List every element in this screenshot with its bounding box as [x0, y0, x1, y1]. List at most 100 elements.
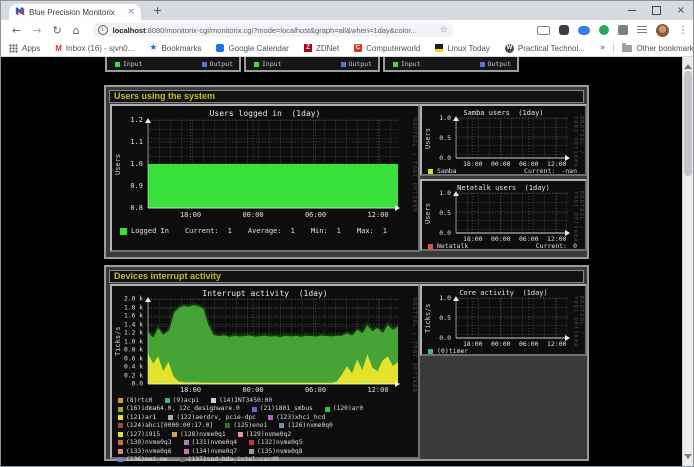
cutoff-graph-panel[interactable]: Input Output: [383, 57, 519, 72]
extension-icon[interactable]: [559, 25, 569, 35]
plot-area: [456, 298, 568, 338]
minimize-button[interactable]: [628, 10, 636, 11]
x-axis-ticks: 18:0000:0006:0012:00: [148, 211, 398, 219]
interrupt-legend: (8)rtc0(9)acpi(14)INT3450:00(16)idma64.0…: [118, 397, 416, 465]
rrdtool-watermark: RRDTOOL / TOBI OETIKER: [411, 298, 417, 393]
bookmark-star-button[interactable]: ☆: [440, 25, 448, 35]
y-axis-ticks: 2.0 k1.8 k1.6 k1.4 k1.2 k1.0 k0.8 k0.6 k…: [114, 299, 145, 384]
gmail-icon: M: [55, 44, 62, 53]
browser-toolbar: ← → ↻ ⌂ i localhost:8080/monitorix-cgi/m…: [1, 20, 693, 40]
rrdtool-watermark: RRDTOOL / TOBI OETIKER: [572, 296, 584, 354]
output-swatch: [202, 62, 207, 67]
y-axis-ticks: 1.00.50.0: [424, 118, 453, 158]
divider: [613, 43, 614, 53]
zdnet-icon: Z: [304, 44, 312, 52]
x-axis-ticks: 18:0000:0006:0012:00: [456, 340, 568, 347]
bookmark-google-calendar[interactable]: Google Calendar: [216, 44, 288, 53]
bookmark-apps[interactable]: Apps: [9, 44, 40, 53]
bookmark-inbox[interactable]: MInbox (16) - sjvn0...: [55, 44, 134, 53]
legend-input: Input: [115, 60, 143, 68]
bookmarks-overflow-chevron[interactable]: »: [600, 43, 606, 53]
legend-output: Output: [341, 60, 372, 68]
wordpress-icon: W: [505, 44, 514, 53]
graph-legend: Logged In Current:1 Average:1 Min:1 Max:…: [120, 227, 387, 235]
section-users: Users using the system Users logged in (…: [104, 85, 589, 259]
bookmark-computerworld[interactable]: CComputerworld: [354, 44, 420, 53]
output-swatch: [341, 62, 346, 67]
graph-samba-users[interactable]: Samba users (1day) Users 1.00.50.0 18:00…: [420, 104, 587, 176]
rrdtool-watermark: RRDTOOL / TOBI OETIKER: [411, 118, 417, 213]
close-button[interactable]: ×: [677, 6, 685, 15]
reload-button[interactable]: ↻: [52, 24, 61, 37]
address-bar[interactable]: i localhost:8080/monitorix-cgi/monitorix…: [92, 23, 454, 37]
plot-area: [456, 118, 568, 158]
tab-title: Blue Precision Monitorix: [29, 8, 122, 17]
graph-legend: Netatalk: [428, 242, 468, 250]
toolbar-extensions: ⋮: [537, 23, 688, 37]
scroll-down-arrow-icon[interactable]: [684, 454, 692, 463]
graph-netatalk-users[interactable]: Netatalk users (1day) Users 1.00.50.0 18…: [420, 179, 587, 251]
x-axis-ticks: 18:0000:0006:0012:00: [456, 235, 568, 242]
maximize-button[interactable]: [652, 6, 661, 15]
bookmark-bookmarks[interactable]: ★Bookmarks: [149, 43, 201, 53]
legend-output: Output: [480, 60, 511, 68]
url-text: localhost:8080/monitorix-cgi/monitorix.c…: [113, 26, 435, 35]
browser-window: M Blue Precision Monitorix × + × ← → ↻ ⌂…: [0, 0, 694, 467]
plot-area: [456, 193, 568, 233]
graph-title: Users logged in (1day): [112, 109, 418, 118]
monitorix-page: Input Output Input Output Input Output U…: [1, 57, 693, 466]
scrollbar[interactable]: [682, 57, 693, 466]
section-interrupts-title: Devices interrupt activity: [109, 270, 584, 283]
folder-icon: [622, 45, 632, 52]
forward-button[interactable]: →: [32, 24, 41, 37]
calendar-icon: [216, 44, 224, 52]
y-axis-ticks: 1.21.11.00.90.8: [114, 120, 145, 208]
bookmarks-bar: Apps MInbox (16) - sjvn0... ★Bookmarks G…: [1, 40, 693, 57]
timer-swatch: [428, 349, 433, 354]
cutoff-graph-panel[interactable]: Input Output: [244, 57, 380, 72]
new-tab-button[interactable]: +: [153, 4, 162, 17]
rrdtool-watermark: RRDTOOL / TOBI OETIKER: [572, 191, 584, 249]
scrollbar-thumb[interactable]: [684, 71, 692, 176]
profile-avatar[interactable]: [656, 24, 669, 37]
section-users-title: Users using the system: [109, 90, 584, 103]
monitorix-favicon-icon: M: [15, 8, 24, 17]
bookmark-practical-technology[interactable]: WPractical Technol...: [505, 44, 585, 53]
tab-strip: M Blue Precision Monitorix × + ×: [1, 1, 693, 20]
x-axis-ticks: 18:0000:0006:0012:00: [148, 386, 398, 394]
current-value: Current:0: [536, 242, 577, 250]
y-axis-ticks: 1.00.50.0: [424, 193, 453, 233]
linux-today-icon: [435, 44, 443, 52]
samba-swatch: [428, 169, 433, 174]
extension-icon[interactable]: [599, 25, 609, 35]
other-bookmarks[interactable]: Other bookmarks: [622, 44, 694, 53]
graph-users-logged-in[interactable]: Users logged in (1day) Users 1.21.11.00.…: [110, 104, 420, 252]
input-swatch: [254, 62, 259, 67]
reading-list-icon[interactable]: [637, 26, 647, 34]
home-button[interactable]: ⌂: [73, 24, 80, 37]
legend-input: Input: [254, 60, 282, 68]
page-info-icon[interactable]: i: [98, 25, 108, 35]
extension-icon[interactable]: [537, 26, 550, 35]
plot-area: [148, 299, 398, 384]
graph-legend: Samba: [428, 167, 457, 175]
bookmark-zdnet[interactable]: ZZDNet: [304, 44, 339, 53]
tab-close-icon[interactable]: ×: [127, 8, 135, 17]
graph-title: Interrupt activity (1day): [112, 289, 418, 298]
tab-monitorix[interactable]: M Blue Precision Monitorix ×: [9, 4, 141, 20]
input-swatch: [393, 62, 398, 67]
back-button[interactable]: ←: [12, 24, 21, 37]
legend-output: Output: [202, 60, 233, 68]
extensions-puzzle-icon[interactable]: [618, 25, 628, 35]
input-swatch: [115, 62, 120, 67]
bookmark-linux-today[interactable]: Linux Today: [435, 44, 490, 53]
scroll-up-arrow-icon[interactable]: [684, 60, 692, 69]
graph-interrupt-activity[interactable]: Interrupt activity (1day) Ticks/s 2.0 k1…: [110, 284, 420, 459]
browser-menu-icon[interactable]: ⋮: [678, 25, 688, 36]
graph-core-activity[interactable]: Core activity (1day) Ticks/s 1.00.50.0 1…: [420, 284, 587, 356]
graph-legend: (0)timer: [428, 347, 468, 355]
cutoff-graph-panel[interactable]: Input Output: [105, 57, 241, 72]
current-value: Current:-nan: [524, 167, 577, 175]
legend-input: Input: [393, 60, 421, 68]
extension-icon[interactable]: [578, 26, 590, 35]
